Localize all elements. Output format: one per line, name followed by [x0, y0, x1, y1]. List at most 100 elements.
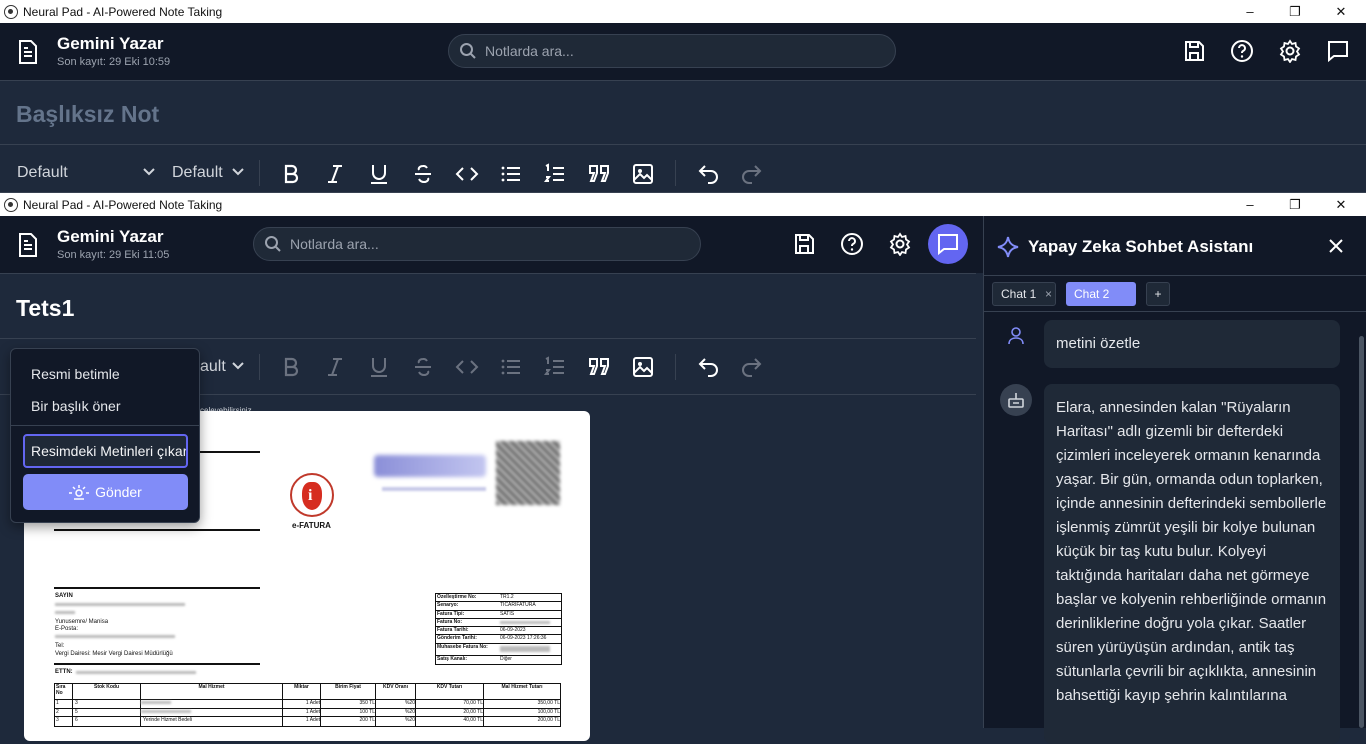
quote-button[interactable]: [584, 159, 614, 189]
ai-prompt-input[interactable]: [23, 434, 188, 468]
user-icon: [1008, 327, 1024, 345]
numbered-list-button[interactable]: [540, 352, 570, 382]
tab-label: Chat 1: [1001, 287, 1037, 301]
image-button[interactable]: [628, 352, 658, 382]
buyer-email: E-Posta:: [55, 626, 79, 632]
chat-button-active[interactable]: [928, 224, 968, 264]
redo-button[interactable]: [737, 159, 767, 189]
minimize-button[interactable]: –: [1227, 0, 1273, 23]
restore-button[interactable]: ❐: [1272, 193, 1318, 216]
last-saved: Son kayıt: 29 Eki 11:05: [57, 249, 170, 261]
assistant-avatar: [1000, 384, 1032, 416]
table-row: 2 5 1 Adet 100 TL %20 20,00 TL 100,00 TL: [55, 708, 560, 717]
font-size-select[interactable]: Default: [172, 164, 244, 182]
meta-row: Gönderim Tarihi: 06-09-2023 17:26:36: [436, 635, 561, 644]
undo-button[interactable]: [693, 352, 723, 382]
efatura-label: e-FATURA: [292, 521, 331, 530]
gear-icon: [1279, 39, 1301, 63]
numbered-list-icon: [544, 163, 564, 182]
user-message: metini özetle: [1044, 320, 1340, 368]
front-window-titlebar: Neural Pad - AI-Powered Note Taking – ❐ …: [0, 193, 1366, 216]
app-icon: [4, 197, 18, 212]
bullet-list-icon: [501, 359, 520, 375]
buyer-district: [55, 611, 75, 614]
note-title[interactable]: Tets1: [16, 295, 74, 322]
tab-chat-1[interactable]: Chat 1 ×: [992, 282, 1056, 306]
bold-button[interactable]: [276, 352, 306, 382]
code-button[interactable]: [452, 159, 482, 189]
save-button[interactable]: [786, 226, 822, 262]
chat-scrollbar[interactable]: [1359, 336, 1364, 728]
italic-icon: [328, 358, 342, 376]
redo-icon: [742, 358, 762, 377]
minimize-button[interactable]: –: [1227, 193, 1273, 216]
save-icon: [795, 234, 814, 254]
close-icon[interactable]: [1328, 238, 1344, 254]
note-title[interactable]: Başlıksız Not: [16, 101, 159, 128]
buyer-name: [55, 603, 185, 606]
strikethrough-icon: [415, 357, 431, 377]
strikethrough-button[interactable]: [408, 159, 438, 189]
settings-button[interactable]: [1272, 33, 1308, 69]
font-size-select[interactable]: ault: [200, 358, 244, 376]
add-chat-button[interactable]: +: [1146, 282, 1170, 306]
code-button[interactable]: [452, 352, 482, 382]
help-button[interactable]: [834, 226, 870, 262]
meta-row: Satış Kanalı: Diğer: [437, 655, 512, 662]
toolbar-divider: [675, 160, 676, 186]
search-input[interactable]: [290, 236, 670, 252]
search-box[interactable]: [448, 34, 896, 68]
chat-button[interactable]: [1320, 33, 1356, 69]
search-icon: [460, 43, 476, 59]
bold-button[interactable]: [276, 159, 306, 189]
suggest-title-option[interactable]: Bir başlık öner: [31, 398, 120, 414]
bullet-list-button[interactable]: [496, 352, 526, 382]
search-input[interactable]: [485, 43, 865, 59]
font-family-select[interactable]: Default: [17, 164, 157, 182]
rule-line: [54, 663, 260, 665]
rule-line: [54, 587, 260, 589]
image-button[interactable]: [628, 159, 658, 189]
underline-button[interactable]: [364, 159, 394, 189]
restore-button[interactable]: ❐: [1272, 0, 1318, 23]
italic-button[interactable]: [320, 159, 350, 189]
close-window-button[interactable]: ✕: [1318, 0, 1364, 23]
back-header: Gemini Yazar Son kayıt: 29 Eki 10:59: [0, 23, 1366, 80]
redo-button[interactable]: [737, 352, 767, 382]
chevron-down-icon: [143, 168, 155, 176]
send-button[interactable]: Gönder: [23, 474, 188, 510]
search-icon: [265, 236, 281, 252]
buyer-city: Yunusemre/ Manisa: [55, 619, 109, 625]
image-icon: [633, 164, 653, 184]
invoice-meta-table: Özelleştirme No: TR1.2 Senaryo: TICARIFATU…: [435, 593, 562, 666]
ettn-value: [76, 671, 196, 674]
numbered-list-button[interactable]: [540, 159, 570, 189]
underline-button[interactable]: [364, 352, 394, 382]
ai-image-popup: Resmi betimle Bir başlık öner Gönder: [10, 348, 200, 523]
close-window-button[interactable]: ✕: [1318, 193, 1364, 216]
help-button[interactable]: [1224, 33, 1260, 69]
close-tab-icon[interactable]: ×: [1045, 287, 1052, 301]
undo-button[interactable]: [693, 159, 723, 189]
code-icon: [455, 167, 479, 181]
quote-icon: [589, 358, 609, 375]
search-box[interactable]: [253, 227, 701, 261]
strikethrough-button[interactable]: [408, 352, 438, 382]
toolbar-divider: [675, 354, 676, 380]
settings-button[interactable]: [882, 226, 918, 262]
user-avatar: [1000, 320, 1032, 352]
ettn-label: ETTN:: [55, 669, 73, 675]
buyer-label: SAYIN: [55, 593, 73, 599]
underline-icon: [371, 165, 387, 184]
save-button[interactable]: [1176, 33, 1212, 69]
chat-icon: [938, 234, 958, 256]
chevron-down-icon: [232, 362, 244, 370]
quote-button[interactable]: [584, 352, 614, 382]
bullet-list-button[interactable]: [496, 159, 526, 189]
assistant-message: Elara, annesinden kalan "Rüyaların Harit…: [1044, 384, 1340, 744]
tab-chat-2[interactable]: Chat 2: [1066, 282, 1136, 306]
italic-button[interactable]: [320, 352, 350, 382]
describe-image-option[interactable]: Resmi betimle: [31, 366, 120, 382]
buyer-tel: Tel:: [55, 643, 65, 649]
items-header: Sıra No Stok Kodu Mal Hizmet Miktar Biri…: [55, 684, 560, 700]
